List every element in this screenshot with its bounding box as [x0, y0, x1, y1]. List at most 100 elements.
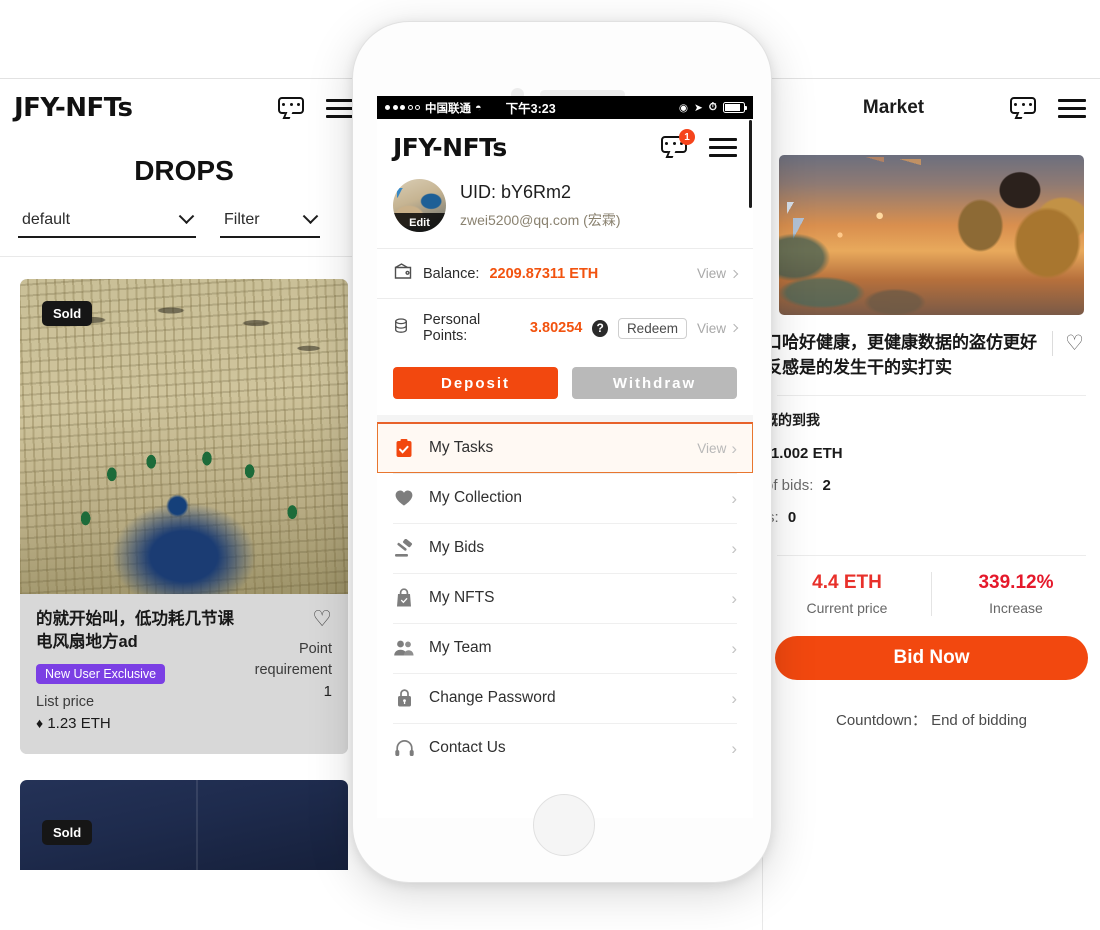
menu-item-label: My NFTS — [429, 589, 495, 606]
scrollbar[interactable] — [749, 120, 752, 208]
hamburger-menu-icon[interactable] — [1058, 98, 1086, 118]
status-bar: 中国联通 ◓ 下午3:23 ◉ ➤ ⏱ — [377, 96, 753, 119]
bid-now-button[interactable]: Bid Now — [775, 635, 1088, 680]
chevron-right-icon — [729, 323, 739, 333]
chevron-right-icon: › — [731, 438, 737, 458]
screenshot-root: JFY-NFTs DROPS default Filter Sold 的就开始叫… — [0, 0, 1100, 930]
lock-rotation-icon: ◉ — [678, 101, 688, 114]
lock-icon — [393, 687, 415, 709]
message-icon[interactable] — [1010, 97, 1036, 119]
current-price-value: 4.4 ETH — [812, 571, 882, 593]
menu-item-label: Contact Us — [429, 739, 506, 756]
chevron-right-icon — [729, 269, 739, 278]
menu-item-label: My Collection — [429, 489, 523, 506]
status-bar-right-icons: ◉ ➤ ⏱ — [678, 101, 748, 114]
page-title: DROPS — [134, 155, 234, 186]
menu-item-my-bids[interactable]: My Bids › — [377, 523, 753, 573]
profile-section: Edit UID: bY6Rm2 zwei5200@qq.com (宏霖) — [377, 175, 753, 248]
gavel-icon — [393, 537, 415, 559]
background-page-drops: JFY-NFTs DROPS default Filter Sold 的就开始叫… — [0, 78, 368, 930]
drop-card[interactable]: Sold 的就开始叫，低功耗几节课电风扇地方ad New User Exclus… — [20, 279, 348, 754]
status-bar-time: 下午3:23 — [505, 102, 556, 116]
menu-item-label: My Bids — [429, 539, 485, 556]
message-icon[interactable] — [278, 97, 304, 119]
chevron-down-icon — [178, 207, 195, 224]
market-item-specs: ts: 大概的到我 price: 1.002 ETH times of bids… — [763, 396, 1100, 551]
headset-icon — [393, 737, 415, 759]
favorite-icon[interactable]: ♡ — [1052, 331, 1084, 357]
signal-strength-icon — [385, 105, 420, 110]
chevron-right-icon: › — [731, 738, 737, 758]
market-item-name: 的接口哈好健康，更健康数据的盗仿更好地很反感是的发生干的实打实 — [763, 333, 1037, 377]
chevron-down-icon — [302, 207, 319, 224]
countdown-value: End of bidding — [931, 711, 1027, 729]
chevron-right-icon: › — [731, 488, 737, 508]
view-label: View — [697, 440, 727, 456]
market-item-name-row: 的接口哈好健康，更健康数据的盗仿更好地很反感是的发生干的实打实 ♡ — [763, 315, 1100, 391]
points-view-link[interactable]: View — [696, 320, 739, 336]
help-icon[interactable]: ? — [592, 319, 608, 337]
points-label: Personal Points: — [423, 312, 481, 344]
menu-item-my-collection[interactable]: My Collection › — [377, 473, 753, 523]
menu-item-my-tasks[interactable]: My Tasks View › — [377, 422, 753, 473]
view-label: View — [696, 320, 726, 336]
wallet-actions: Deposit Withdraw — [377, 357, 753, 415]
countdown: Countdown： End of bidding — [763, 709, 1100, 730]
chevron-right-icon: › — [731, 588, 737, 608]
chevron-right-icon: › — [731, 538, 737, 558]
avatar-edit-label[interactable]: Edit — [393, 213, 446, 232]
increase-label: Increase — [989, 599, 1043, 616]
my-tasks-view-link[interactable]: View › — [697, 440, 737, 457]
drop-card-second[interactable]: Sold — [20, 779, 348, 870]
list-price-value: ♦ 1.23 ETH — [36, 715, 244, 732]
menu-item-contact-us[interactable]: Contact Us › — [377, 723, 753, 773]
menu-item-label: Change Password — [429, 689, 556, 706]
app-header-icons: 1 — [661, 129, 737, 158]
hamburger-menu-icon[interactable] — [326, 98, 354, 118]
current-price-cell: 4.4 ETH Current price — [763, 572, 931, 616]
phone-mockup: 中国联通 ◓ 下午3:23 ◉ ➤ ⏱ JFY-NFTs 1 Edit UID:… — [353, 22, 771, 882]
balance-row[interactable]: Balance: 2209.87311 ETH View — [377, 248, 753, 298]
view-label: View — [696, 266, 726, 281]
point-requirement-label: Point requirement — [254, 641, 332, 678]
drop-card-name: 的就开始叫，低功耗几节课电风扇地方ad — [36, 610, 234, 652]
spec-row: price: 1.002 ETH — [763, 445, 1084, 462]
filter-select-value: Filter — [224, 211, 260, 228]
point-requirement-value: 1 — [323, 683, 332, 701]
avatar[interactable]: Edit — [393, 179, 446, 232]
spec-row: times of bids: 2 — [763, 477, 1084, 494]
wallet-icon — [393, 262, 413, 285]
increase-cell: 339.12% Increase — [931, 571, 1100, 616]
eth-icon: ♦ — [36, 714, 44, 731]
spec-row: ts: 大概的到我 — [763, 410, 1084, 430]
message-icon[interactable]: 1 — [661, 129, 695, 158]
location-arrow-icon: ➤ — [693, 101, 703, 114]
home-button[interactable] — [533, 794, 595, 856]
drop-card-body: 的就开始叫，低功耗几节课电风扇地方ad New User Exclusive L… — [20, 594, 348, 754]
balance-view-link[interactable]: View — [696, 266, 739, 281]
status-badge: Sold — [42, 301, 93, 326]
left-page-header-icons — [278, 97, 354, 119]
menu-item-change-password[interactable]: Change Password › — [377, 673, 753, 723]
balance-label: Balance: — [423, 265, 480, 282]
deposit-button[interactable]: Deposit — [393, 367, 558, 399]
database-icon — [393, 317, 413, 340]
wifi-icon: ◓ — [475, 101, 482, 114]
redeem-button[interactable]: Redeem — [617, 317, 687, 339]
app-logo: JFY-NFTs — [393, 132, 507, 162]
left-page-header: JFY-NFTs — [0, 79, 368, 137]
sort-select[interactable]: default — [18, 207, 196, 238]
menu-item-label: My Team — [429, 639, 492, 656]
menu-item-label: My Tasks — [429, 439, 494, 456]
filter-select[interactable]: Filter — [220, 207, 320, 238]
new-user-exclusive-tag: New User Exclusive — [36, 663, 166, 684]
heart-icon — [393, 487, 415, 509]
filter-row: default Filter — [0, 207, 368, 252]
menu-item-my-nfts[interactable]: My NFTS › — [377, 573, 753, 623]
points-row[interactable]: Personal Points: 3.80254 ? Redeem View — [377, 298, 753, 357]
hamburger-menu-icon[interactable] — [709, 137, 737, 157]
menu-item-my-team[interactable]: My Team › — [377, 623, 753, 673]
people-icon — [393, 637, 415, 659]
alarm-clock-icon: ⏱ — [708, 101, 717, 113]
favorite-icon[interactable]: ♡ — [250, 608, 332, 630]
